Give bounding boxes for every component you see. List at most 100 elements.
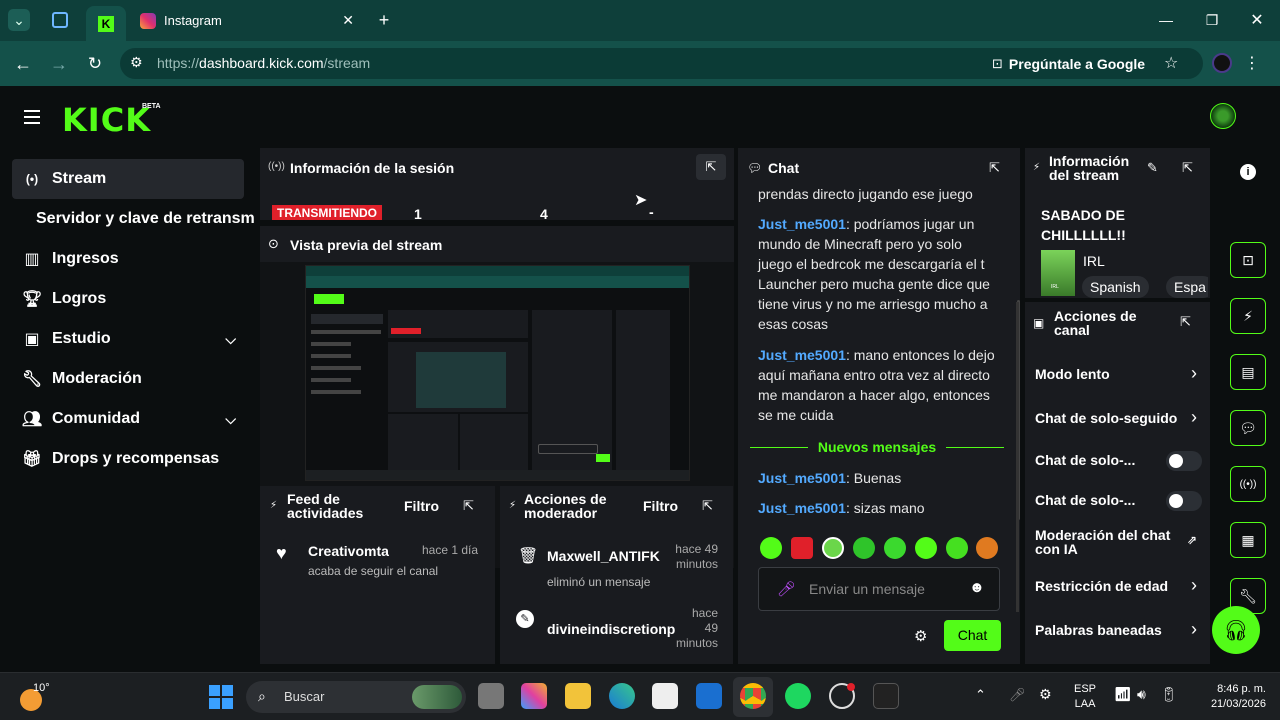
expand-icon[interactable]: ⇱ [989, 160, 1000, 176]
rail-camera-icon[interactable]: ⊡ [1230, 242, 1266, 278]
emote-icon[interactable] [853, 537, 875, 559]
emote-icon[interactable] [791, 537, 813, 559]
bolt-icon: ⚡︎ [509, 500, 517, 511]
chat-settings-icon[interactable]: ⚙ [914, 627, 927, 645]
expand-icon[interactable]: ⇱ [1180, 314, 1191, 330]
site-info-icon[interactable]: ⚙ [130, 54, 143, 71]
taskbar-search[interactable]: ⌕ Buscar [246, 681, 466, 713]
channel-action-age-restriction[interactable]: Restricción de edad › [1035, 575, 1205, 598]
emote-icon[interactable] [976, 537, 998, 559]
task-view-icon[interactable] [478, 683, 504, 709]
chevron-down-icon: ⌵ [225, 410, 236, 427]
restore-icon[interactable]: ❐ [1202, 10, 1222, 30]
expand-icon[interactable]: ⇱ [702, 498, 713, 514]
emote-icon[interactable] [822, 537, 844, 559]
windows-start-icon[interactable] [209, 685, 233, 709]
forward-icon[interactable]: → [48, 53, 70, 75]
microphone-icon[interactable]: 🎤︎ [1009, 687, 1026, 703]
new-tab-icon[interactable]: + [374, 10, 394, 30]
filter-button[interactable]: Filtro [404, 498, 439, 514]
outlook-icon[interactable] [696, 683, 722, 709]
chat-username[interactable]: Just_me5001 [758, 470, 846, 486]
chat-input[interactable]: 🎤︎ Enviar un mensaje ☻ [758, 567, 1000, 611]
spotify-icon[interactable] [785, 683, 811, 709]
back-icon[interactable]: ← [12, 53, 34, 75]
sidebar-item-community[interactable]: 👥︎ Comunidad ⌵ [12, 399, 244, 439]
rail-chat-icon[interactable]: 💬︎ [1230, 410, 1266, 446]
filter-button[interactable]: Filtro [643, 498, 678, 514]
chat-username[interactable]: Just_me5001 [758, 500, 846, 516]
close-window-icon[interactable]: ✕ [1247, 10, 1267, 30]
close-tab-icon[interactable]: ✕ [342, 12, 354, 29]
kick-logo[interactable]: KICK BETA [62, 101, 161, 139]
tag-chip[interactable]: Espa [1166, 276, 1208, 298]
chrome-icon[interactable] [740, 683, 766, 709]
user-avatar[interactable] [1210, 103, 1236, 129]
file-explorer-icon[interactable] [565, 683, 591, 709]
subs-only-toggle[interactable] [1166, 451, 1202, 471]
expand-icon[interactable]: ⇱ [463, 498, 474, 514]
mod-user[interactable]: Maxwell_ANTIFK [547, 548, 660, 564]
store-icon[interactable] [652, 683, 678, 709]
settings-tray-icon[interactable]: ⚙ [1039, 686, 1052, 703]
channel-action-ai-moderation[interactable]: Moderación del chat con IA ⇗ [1035, 528, 1205, 558]
chat-username[interactable]: Just_me5001 [758, 216, 846, 232]
rail-bolt-icon[interactable]: ⚡︎ [1230, 298, 1266, 334]
sidebar-item-income[interactable]: ▥ Ingresos [12, 239, 244, 279]
volume-icon[interactable]: 🔊︎ [1137, 686, 1146, 703]
language-indicator[interactable]: ESP LAA [1074, 682, 1096, 712]
menu-icon[interactable]: ⋮ [1244, 53, 1260, 73]
address-bar[interactable]: ⚙ https://dashboard.kick.com/stream ⊡ Pr… [120, 48, 1203, 79]
channel-action-banned-words[interactable]: Palabras baneadas › [1035, 619, 1205, 642]
sidebar-item-server-key[interactable]: Servidor y clave de retransm [36, 199, 260, 239]
reload-icon[interactable]: ↻ [84, 53, 106, 75]
tray-chevron-icon[interactable]: ⌃ [975, 687, 986, 703]
sidebar-item-stream[interactable]: (•) Stream [12, 159, 244, 199]
sidebar-item-drops[interactable]: 🎁︎ Drops y recompensas [12, 439, 244, 479]
tag-chip[interactable]: Spanish [1082, 276, 1149, 298]
profile-avatar[interactable] [1212, 53, 1232, 73]
wifi-icon[interactable]: 📶︎ [1114, 686, 1132, 703]
hamburger-menu-icon[interactable] [24, 110, 40, 124]
emote-icon[interactable] [946, 537, 968, 559]
channel-action-slow-mode[interactable]: Modo lento › [1035, 363, 1205, 386]
bookmark-star-icon[interactable]: ☆ [1164, 53, 1178, 73]
category-name[interactable]: IRL [1083, 253, 1105, 269]
sidebar-item-moderation[interactable]: 🔧︎ Moderación [12, 359, 244, 399]
info-icon[interactable]: i [1240, 164, 1256, 180]
stream-preview-video[interactable] [305, 265, 690, 481]
support-headset-icon[interactable]: 🎧︎ [1212, 606, 1260, 654]
tab-instagram[interactable]: Instagram ✕ [132, 6, 362, 35]
emoji-icon[interactable]: ☻ [969, 579, 985, 596]
mod-user[interactable]: divineindiscretionp [547, 621, 675, 637]
channel-action-followers-only[interactable]: Chat de solo-seguido › [1035, 410, 1205, 430]
rail-notes-icon[interactable]: ▤ [1230, 354, 1266, 390]
send-chat-button[interactable]: Chat [944, 620, 1001, 651]
sidebar-item-studio[interactable]: ▣ Estudio ⌵ [12, 319, 244, 359]
sidebar-item-achievements[interactable]: 🏆︎ Logros [12, 279, 244, 319]
stream-info-scrollbar[interactable] [1016, 302, 1019, 612]
obs-app-icon[interactable] [873, 683, 899, 709]
edge-icon[interactable] [609, 683, 635, 709]
emotes-only-toggle[interactable] [1166, 491, 1202, 511]
chat-username[interactable]: Just_me5001 [758, 347, 846, 363]
copilot-icon[interactable] [521, 683, 547, 709]
battery-icon[interactable]: 🔋︎ [1160, 686, 1178, 703]
emote-icon[interactable] [884, 537, 906, 559]
ask-google-button[interactable]: ⊡ Pregúntale a Google [992, 51, 1145, 76]
rail-broadcast-icon[interactable]: ((•)) [1230, 466, 1266, 502]
minimize-icon[interactable]: — [1156, 10, 1176, 30]
microphone-icon[interactable]: 🎤︎ [777, 580, 796, 598]
pinned-tab-1[interactable] [52, 12, 68, 28]
edit-icon[interactable]: ✎ [1147, 160, 1158, 176]
clock[interactable]: 8:46 p. m. 21/03/2026 [1196, 682, 1266, 712]
category-thumbnail[interactable]: IRL [1041, 250, 1075, 296]
emote-icon[interactable] [915, 537, 937, 559]
expand-icon[interactable]: ⇱ [696, 154, 726, 180]
tab-kick[interactable]: K [86, 6, 126, 41]
feed-user[interactable]: Creativomta [308, 543, 389, 559]
expand-icon[interactable]: ⇱ [1182, 160, 1193, 176]
tab-list-icon[interactable]: ⌄ [8, 9, 30, 31]
rail-layout-icon[interactable]: ▦ [1230, 522, 1266, 558]
emote-icon[interactable] [760, 537, 782, 559]
